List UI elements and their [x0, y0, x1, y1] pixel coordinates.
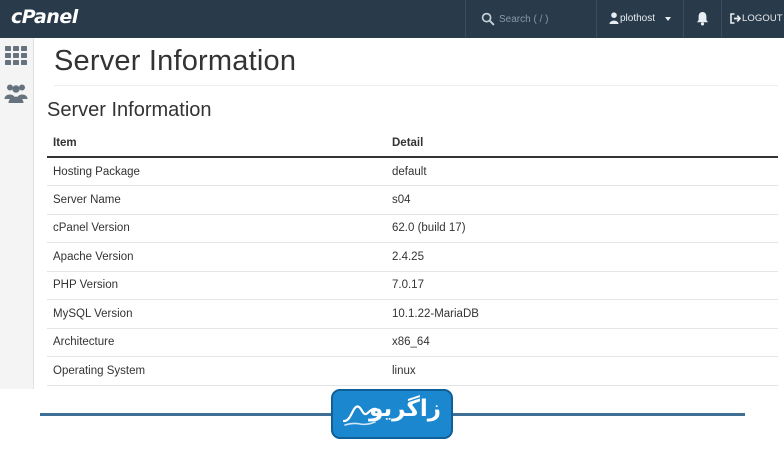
row-value: s04 [386, 185, 778, 214]
table-row: Hosting Package default [47, 156, 778, 186]
row-value: default [386, 156, 778, 186]
notifications-button[interactable] [684, 0, 722, 38]
page-title: Server Information [54, 45, 297, 77]
table-row: Operating System linux [47, 356, 778, 386]
row-value: 10.1.22-MariaDB [386, 299, 778, 328]
table-header-row: Item Detail [47, 129, 778, 158]
table-row: PHP Version 7.0.17 [47, 270, 778, 300]
sidebar-item-users[interactable] [3, 80, 29, 106]
bell-icon [697, 12, 708, 26]
row-label: PHP Version [47, 270, 386, 300]
row-value: 7.0.17 [386, 270, 778, 300]
table-row: Apache Version 2.4.25 [47, 242, 778, 271]
sidebar-item-home[interactable] [3, 43, 29, 69]
row-label: Server Name [47, 185, 386, 214]
row-label: Architecture [47, 327, 386, 357]
row-value: 2.4.25 [386, 242, 778, 271]
row-value: linux [386, 356, 778, 386]
row-value: x86_64 [386, 327, 778, 357]
logout-button[interactable]: LOGOUT [722, 0, 784, 38]
search-icon [481, 12, 495, 26]
table-row: MySQL Version 10.1.22-MariaDB [47, 299, 778, 328]
row-value: 62.0 (build 17) [386, 213, 778, 243]
chevron-down-icon [665, 17, 671, 21]
sidebar [0, 38, 34, 390]
row-label: cPanel Version [47, 213, 386, 243]
table-row: Server Name s04 [47, 185, 778, 214]
row-label: Hosting Package [47, 156, 386, 186]
section-title: Server Information [47, 99, 212, 121]
user-menu[interactable]: plothost [597, 0, 684, 38]
grid-icon [5, 46, 27, 65]
search-box[interactable] [465, 0, 597, 38]
logout-label: LOGOUT [742, 13, 783, 24]
top-navbar: cPanel plothost LOGOUT [0, 0, 784, 38]
watermark-text: زاگریو [369, 396, 441, 422]
row-label: Operating System [47, 356, 386, 386]
users-icon [4, 84, 28, 103]
table-row: Architecture x86_64 [47, 327, 778, 357]
column-header-item: Item [47, 129, 386, 158]
server-info-table: Item Detail Hosting Package default Serv… [47, 129, 778, 386]
column-header-detail: Detail [386, 129, 778, 158]
user-icon [609, 12, 619, 24]
title-divider [54, 85, 778, 86]
table-row: cPanel Version 62.0 (build 17) [47, 213, 778, 243]
watermark-logo: زاگریو [331, 389, 453, 439]
search-input[interactable] [499, 10, 591, 28]
row-label: MySQL Version [47, 299, 386, 328]
username-label: plothost [620, 13, 656, 24]
cpanel-logo[interactable]: cPanel [11, 6, 78, 28]
row-label: Apache Version [47, 242, 386, 271]
logout-icon [730, 13, 741, 24]
